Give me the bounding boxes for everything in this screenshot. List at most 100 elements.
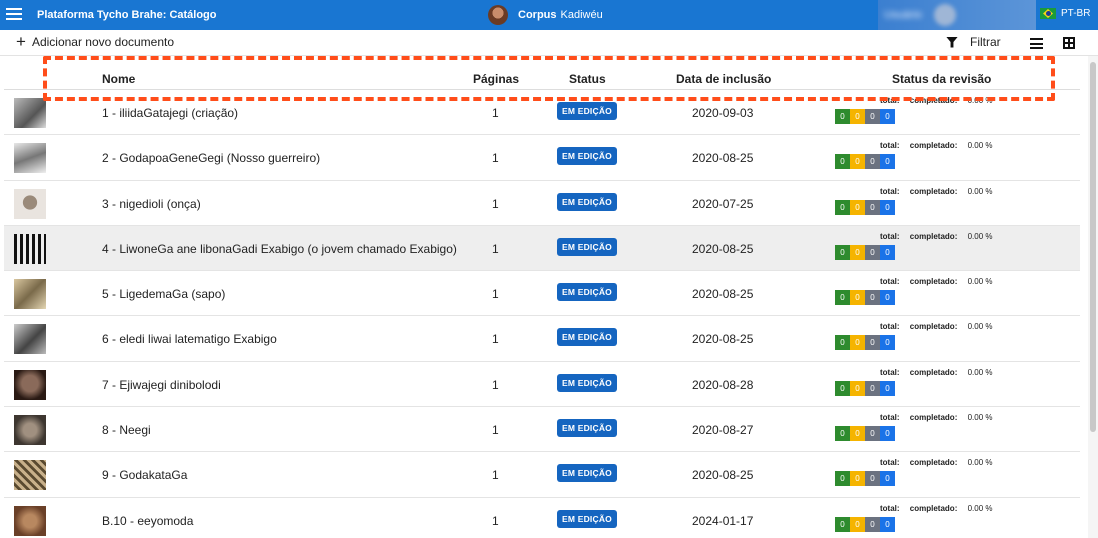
inclusion-date: 2020-08-25: [692, 241, 754, 256]
review-counts: 0 0 0 0: [835, 380, 895, 396]
column-header-pages[interactable]: Páginas: [473, 72, 519, 86]
review-count-box: 0: [865, 109, 880, 124]
document-thumbnail[interactable]: [14, 369, 46, 400]
add-document-label: Adicionar novo documento: [31, 35, 175, 49]
column-header-date[interactable]: Data de inclusão: [676, 72, 771, 86]
document-name[interactable]: 2 - GodapoaGeneGegi (Nosso guerreiro): [102, 151, 320, 165]
document-pages: 1: [492, 423, 499, 438]
review-summary: total: completado: 0.00 %: [880, 458, 993, 467]
document-thumbnail[interactable]: [14, 188, 46, 219]
inclusion-date: 2020-08-28: [692, 377, 754, 392]
corpus-selector[interactable]: Corpus Kadiwéu: [488, 4, 603, 26]
language-selector[interactable]: PT-BR: [1040, 8, 1090, 19]
document-name[interactable]: B.10 - eeyomoda: [102, 514, 193, 528]
table-row[interactable]: 4 - LiwoneGa ane libonaGadi Exabigo (o j…: [4, 225, 1080, 272]
scrollbar-thumb[interactable]: [1090, 62, 1096, 432]
document-name[interactable]: 5 - LigedemaGa (sapo): [102, 287, 225, 301]
review-count-box: 0: [865, 335, 880, 351]
review-count-box: 0: [865, 244, 880, 260]
document-name[interactable]: 9 - GodakataGa: [102, 468, 187, 482]
list-view-icon[interactable]: [1030, 38, 1043, 49]
status-badge: EM EDIÇÃO: [557, 147, 617, 166]
review-completed-value: 0.00 %: [967, 186, 993, 196]
review-summary: total: completado: 0.00 %: [880, 187, 993, 196]
table-row[interactable]: 1 - iliidaGatajegi (criação) 1 EM EDIÇÃO…: [4, 90, 1080, 136]
review-count-box: 0: [880, 109, 895, 124]
document-name[interactable]: 8 - Neegi: [102, 423, 151, 437]
review-count-box: 0: [880, 471, 895, 487]
table-header: Nome Páginas Status Data de inclusão Sta…: [4, 64, 1080, 90]
review-summary: total: completado: 0.00 %: [880, 413, 993, 422]
user-menu[interactable]: Usuário: [878, 0, 1036, 30]
column-header-status[interactable]: Status: [569, 72, 606, 86]
review-count-box: 0: [835, 380, 850, 396]
review-count-box: 0: [880, 335, 895, 351]
review-completed-label: completado:: [909, 186, 958, 196]
filter-button[interactable]: Filtrar: [946, 35, 1001, 49]
vertical-scrollbar[interactable]: [1088, 56, 1098, 538]
review-count-box: 0: [880, 154, 895, 170]
review-completed-value: 0.00 %: [967, 96, 993, 105]
document-thumbnail[interactable]: [14, 505, 46, 536]
review-total-label: total:: [880, 367, 900, 377]
review-count-box: 0: [850, 380, 865, 396]
column-header-name[interactable]: Nome: [102, 72, 135, 86]
language-label: PT-BR: [1061, 8, 1091, 19]
grid-view-icon[interactable]: [1063, 37, 1075, 49]
status-badge: EM EDIÇÃO: [557, 419, 617, 438]
table-row[interactable]: B.10 - eeyomoda 1 EM EDIÇÃO 2024-01-17 t…: [4, 498, 1080, 538]
review-count-box: 0: [880, 380, 895, 396]
review-completed-value: 0.00 %: [967, 367, 993, 377]
review-completed-label: completado:: [909, 141, 958, 151]
add-document-button[interactable]: + Adicionar novo documento: [16, 33, 175, 50]
table-row[interactable]: 3 - nigedioli (onça) 1 EM EDIÇÃO 2020-07…: [4, 181, 1080, 226]
review-summary: total: completado: 0.00 %: [880, 368, 993, 377]
document-name[interactable]: 4 - LiwoneGa ane libonaGadi Exabigo (o j…: [102, 242, 457, 256]
review-summary: total: completado: 0.00 %: [880, 277, 993, 286]
app-title[interactable]: Plataforma Tycho Brahe: Catálogo: [37, 9, 217, 21]
document-name[interactable]: 6 - eledi liwai latematigo Exabigo: [102, 332, 277, 346]
table-row[interactable]: 5 - LigedemaGa (sapo) 1 EM EDIÇÃO 2020-0…: [4, 271, 1080, 317]
review-count-box: 0: [865, 516, 880, 532]
review-completed-label: completado:: [909, 277, 958, 287]
table-row[interactable]: 2 - GodapoaGeneGegi (Nosso guerreiro) 1 …: [4, 135, 1080, 181]
document-pages: 1: [492, 151, 499, 166]
document-thumbnail[interactable]: [14, 143, 46, 174]
table-row[interactable]: 6 - eledi liwai latematigo Exabigo 1 EM …: [4, 316, 1080, 362]
user-avatar: [933, 4, 956, 26]
document-name[interactable]: 7 - Ejiwajegi dinibolodi: [102, 378, 221, 392]
review-counts: 0 0 0 0: [835, 335, 895, 351]
corpus-label: Corpus: [518, 9, 557, 21]
document-thumbnail[interactable]: [14, 279, 46, 310]
table-row[interactable]: 8 - Neegi 1 EM EDIÇÃO 2020-08-27 total: …: [4, 407, 1080, 453]
status-badge: EM EDIÇÃO: [557, 328, 617, 347]
inclusion-date: 2020-08-25: [692, 287, 754, 302]
document-name[interactable]: 1 - iliidaGatajegi (criação): [102, 106, 238, 120]
review-total-label: total:: [880, 458, 900, 468]
review-counts: 0 0 0 0: [835, 244, 895, 260]
review-count-box: 0: [835, 516, 850, 532]
document-thumbnail[interactable]: [14, 233, 46, 264]
inclusion-date: 2020-09-03: [692, 106, 754, 120]
table-row[interactable]: 7 - Ejiwajegi dinibolodi 1 EM EDIÇÃO 202…: [4, 362, 1080, 408]
document-thumbnail[interactable]: [14, 415, 46, 446]
review-summary: total: completado: 0.00 %: [880, 141, 993, 150]
review-count-box: 0: [865, 199, 880, 215]
document-thumbnail[interactable]: [14, 324, 46, 355]
document-thumbnail[interactable]: [14, 460, 46, 491]
review-total-label: total:: [880, 503, 900, 513]
review-counts: 0 0 0 0: [835, 109, 895, 124]
document-thumbnail[interactable]: [14, 98, 46, 128]
review-completed-value: 0.00 %: [967, 503, 993, 513]
document-name[interactable]: 3 - nigedioli (onça): [102, 197, 201, 211]
document-pages: 1: [492, 377, 499, 392]
column-header-review-status[interactable]: Status da revisão: [892, 72, 991, 86]
table-row[interactable]: 9 - GodakataGa 1 EM EDIÇÃO 2020-08-25 to…: [4, 452, 1080, 498]
inclusion-date: 2020-08-27: [692, 423, 754, 438]
user-name-blurred: Usuário: [884, 9, 922, 21]
review-count-box: 0: [835, 199, 850, 215]
review-count-box: 0: [865, 290, 880, 306]
review-counts: 0 0 0 0: [835, 426, 895, 442]
review-total-label: total:: [880, 322, 900, 332]
menu-icon[interactable]: [6, 5, 22, 23]
